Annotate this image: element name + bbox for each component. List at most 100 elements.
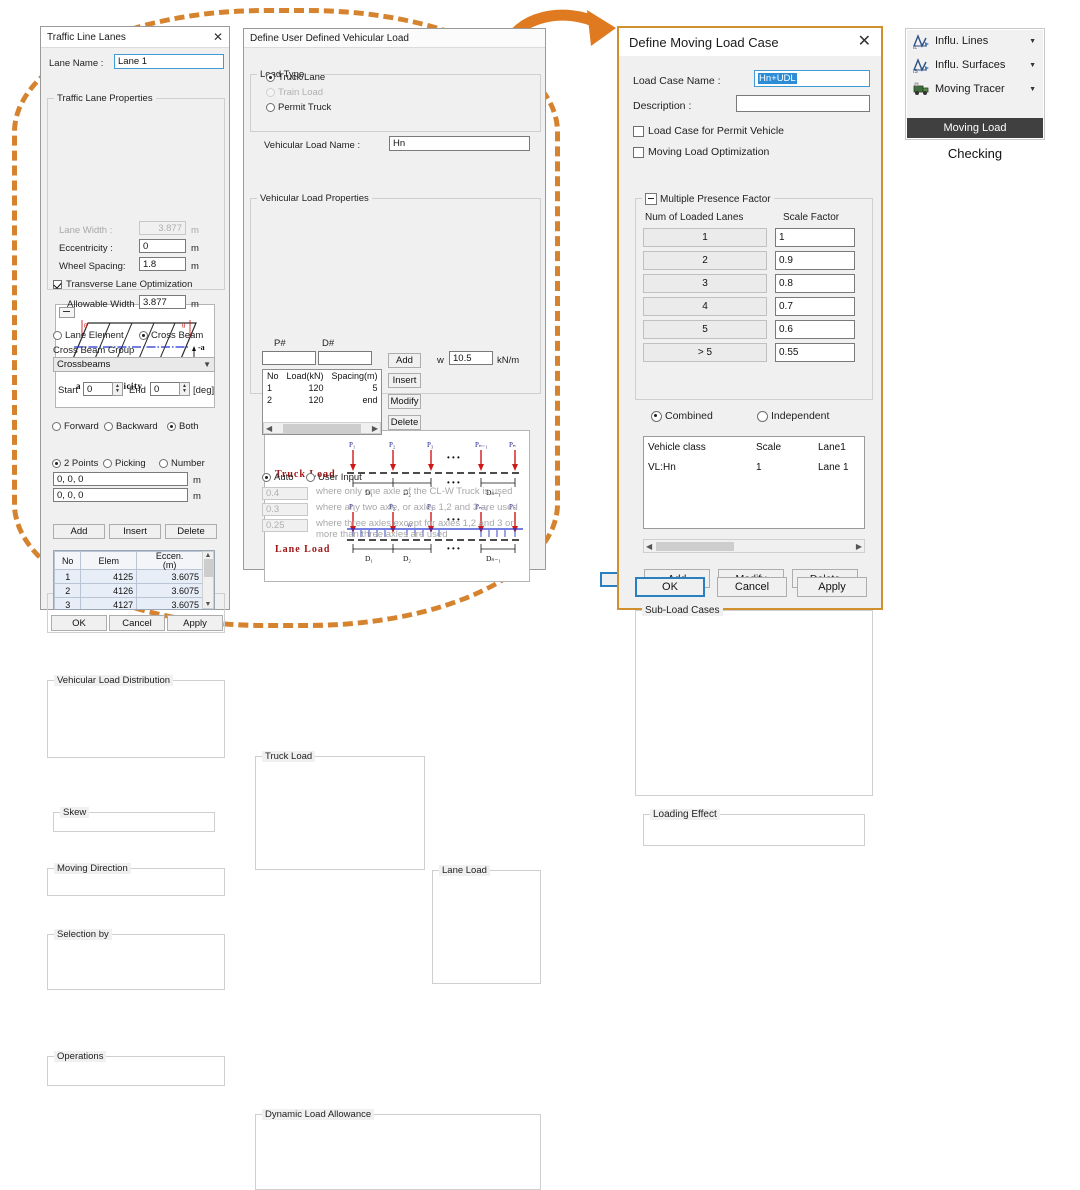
insert-button[interactable]: Insert: [109, 524, 161, 539]
radio-cross-beam[interactable]: Cross Beam: [139, 330, 203, 341]
radio-number[interactable]: Number: [159, 458, 205, 469]
radio-label: Independent: [771, 410, 830, 422]
mpf-scale-factor-input[interactable]: 0.8: [775, 274, 855, 293]
transverse-lane-optimization-label: Transverse Lane Optimization: [66, 279, 193, 290]
moving-load-cancel-button[interactable]: Cancel: [717, 577, 787, 597]
scrollbar-thumb[interactable]: [203, 559, 213, 577]
d-value-input[interactable]: [318, 351, 372, 365]
radio-2-points[interactable]: 2 Points: [52, 458, 98, 469]
radio-mark: [266, 88, 275, 97]
vehicular-load-name-input[interactable]: Hn: [389, 136, 530, 151]
collapse-icon[interactable]: [645, 193, 657, 205]
w-input[interactable]: 10.5: [449, 351, 493, 365]
scroll-right-icon[interactable]: ▶: [856, 542, 862, 551]
cell-spacing: end: [362, 395, 378, 405]
mpf-scale-factor-input[interactable]: 1: [775, 228, 855, 247]
col-eccen: Eccen. (m): [136, 551, 203, 571]
load-case-name-input[interactable]: Hn+UDL: [754, 70, 870, 87]
sub-load-horizontal-scrollbar[interactable]: ◀ ▶: [643, 539, 865, 553]
spinner-arrows-icon[interactable]: ▲ ▼: [179, 382, 190, 396]
moving-load-ok-button[interactable]: OK: [635, 577, 705, 597]
elements-table-container[interactable]: No Elem Eccen. (m) 1 4125 3.6075 2 4126 3.607…: [53, 550, 215, 610]
eccentricity-input[interactable]: 0: [139, 239, 186, 253]
cross-beam-group-value: Crossbeams: [57, 359, 111, 370]
radio-truck-lane[interactable]: Truck/Lane: [266, 72, 325, 83]
skew-end-stepper[interactable]: 0 ▲ ▼: [150, 382, 190, 396]
toolbar-item-influ-surfaces[interactable]: IS Influ. Surfaces ▼: [906, 53, 1044, 77]
skew-end-input[interactable]: 0: [150, 382, 179, 396]
col-scale: Scale: [756, 441, 782, 453]
chevron-down-icon[interactable]: ▼: [1029, 38, 1044, 45]
cell-vehicle-class: VL:Hn: [648, 461, 676, 473]
skew-start-stepper[interactable]: 0 ▲ ▼: [83, 382, 123, 396]
scrollbar-thumb[interactable]: [656, 541, 735, 551]
radio-combined[interactable]: Combined: [651, 410, 713, 422]
ok-button[interactable]: OK: [51, 615, 107, 631]
radio-backward[interactable]: Backward: [104, 421, 158, 432]
delete-button[interactable]: Delete: [165, 524, 217, 539]
sub-load-table-container[interactable]: Vehicle class Scale Lane1 VL:Hn 1 Lane 1: [643, 436, 865, 529]
mpf-scale-factor-input[interactable]: 0.9: [775, 251, 855, 270]
radio-lane-element[interactable]: Lane Element: [53, 330, 124, 341]
cancel-button[interactable]: Cancel: [109, 615, 165, 631]
scroll-up-icon[interactable]: ▲: [205, 552, 212, 559]
toolbar-item-influ-lines[interactable]: IL Influ. Lines ▼: [906, 29, 1044, 53]
spinner-arrows-icon[interactable]: ▲ ▼: [112, 382, 123, 396]
table-row[interactable]: 1 120 5: [263, 382, 381, 394]
table-header-row: No Load(kN) Spacing(m): [263, 370, 381, 382]
scroll-down-icon[interactable]: ▼: [205, 601, 212, 608]
toolbar-item-moving-tracer[interactable]: Moving Tracer ▼: [906, 77, 1044, 101]
apply-button[interactable]: Apply: [167, 615, 223, 631]
radio-permit-truck[interactable]: Permit Truck: [266, 102, 331, 113]
wheel-spacing-input[interactable]: 1.8: [139, 257, 186, 271]
close-icon[interactable]: ✕: [213, 31, 223, 43]
mpf-scale-factor-input[interactable]: 0.6: [775, 320, 855, 339]
radio-forward[interactable]: Forward: [52, 421, 99, 432]
truck-add-button[interactable]: Add: [388, 353, 421, 368]
truck-load-table-container[interactable]: No Load(kN) Spacing(m) 1 120 5 2 120 end ◀ ▶: [262, 369, 382, 435]
col-elem: Elem: [80, 551, 138, 571]
lane-name-input[interactable]: Lane 1: [114, 54, 224, 69]
point-1-input[interactable]: 0, 0, 0: [53, 472, 188, 486]
close-icon[interactable]: ✕: [858, 34, 871, 50]
permit-vehicle-checkbox[interactable]: Load Case for Permit Vehicle: [633, 125, 784, 137]
mpf-scale-factor-input[interactable]: 0.55: [775, 343, 855, 362]
allowable-width-input[interactable]: 3.877: [139, 295, 186, 309]
table-vertical-scrollbar[interactable]: ▲ ▼: [202, 551, 214, 609]
table-row[interactable]: 3 4127 3.6075: [54, 597, 203, 609]
chevron-down-icon[interactable]: ▼: [1029, 86, 1044, 93]
description-input[interactable]: [736, 95, 870, 112]
transverse-lane-optimization-checkbox[interactable]: Transverse Lane Optimization: [53, 279, 192, 290]
radio-independent[interactable]: Independent: [757, 410, 829, 422]
p-value-input[interactable]: [262, 351, 316, 365]
radio-both[interactable]: Both: [167, 421, 199, 432]
mpf-lanes-cell: 4: [643, 297, 767, 316]
truck-modify-button[interactable]: Modify: [388, 394, 421, 409]
radio-label: Backward: [116, 421, 158, 432]
radio-dla-user-input[interactable]: User Input: [306, 472, 362, 483]
mpf-scale-factor-input[interactable]: 0.7: [775, 297, 855, 316]
moving-load-apply-button[interactable]: Apply: [797, 577, 867, 597]
table-row[interactable]: 2 4126 3.6075: [54, 583, 203, 599]
chevron-down-icon[interactable]: ▼: [1029, 62, 1044, 69]
scroll-left-icon[interactable]: ◀: [266, 424, 272, 433]
cross-beam-group-select[interactable]: Crossbeams ▼: [53, 357, 215, 372]
radio-dla-auto[interactable]: Auto: [262, 472, 294, 483]
truck-table-horizontal-scrollbar[interactable]: ◀ ▶: [263, 422, 381, 434]
scroll-right-icon[interactable]: ▶: [372, 424, 378, 433]
scrollbar-thumb[interactable]: [283, 423, 361, 433]
radio-picking[interactable]: Picking: [103, 458, 146, 469]
scroll-left-icon[interactable]: ◀: [646, 542, 652, 551]
radio-mark: [139, 331, 148, 340]
truck-insert-button[interactable]: Insert: [388, 373, 421, 388]
moving-load-optimization-checkbox[interactable]: Moving Load Optimization: [633, 146, 769, 158]
point-2-input[interactable]: 0, 0, 0: [53, 488, 188, 502]
table-row[interactable]: VL:Hn 1 Lane 1: [644, 457, 864, 477]
table-row[interactable]: 1 4125 3.6075: [54, 569, 203, 585]
dla-description: where any two axle, or axles 1,2 and 3 a…: [316, 502, 518, 513]
truck-delete-button[interactable]: Delete: [388, 415, 421, 430]
skew-start-input[interactable]: 0: [83, 382, 112, 396]
mpf-lanes-cell: > 5: [643, 343, 767, 362]
table-row[interactable]: 2 120 end: [263, 394, 381, 406]
add-button[interactable]: Add: [53, 524, 105, 539]
